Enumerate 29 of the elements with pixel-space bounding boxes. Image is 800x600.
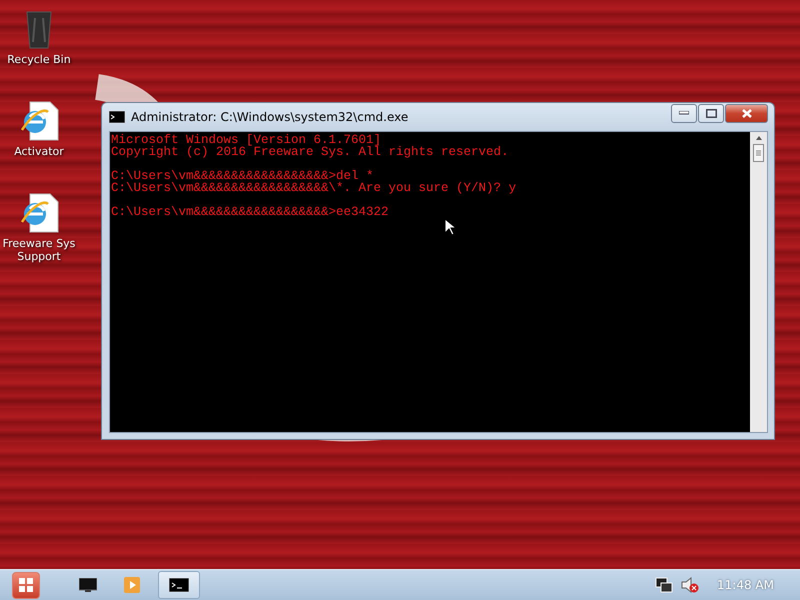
console-line: C:\Users\vm&&&&&&&&&&&&&&&&&&>del * (111, 170, 374, 182)
start-button[interactable] (12, 572, 40, 598)
minimize-button[interactable] (671, 104, 697, 122)
maximize-button[interactable] (698, 104, 724, 122)
desktop-icon-label[interactable]: Activator (1, 145, 77, 158)
play-icon (124, 577, 140, 593)
taskbar-button[interactable] (158, 571, 200, 599)
console-line: C:\Users\vm&&&&&&&&&&&&&&&&&&>ee34322 (111, 206, 390, 218)
muted-speaker-icon[interactable] (681, 577, 700, 593)
maximize-icon (706, 108, 716, 118)
minimize-icon (679, 111, 689, 115)
desktop-icon-label[interactable]: Freeware Sys Support (1, 237, 77, 263)
console-line: Microsoft Windows [Version 6.1.7601] (111, 134, 382, 146)
browser-file-icon (18, 100, 60, 142)
scrollbar[interactable] (750, 132, 767, 432)
close-button[interactable] (725, 104, 768, 122)
windows-logo-icon (19, 578, 33, 592)
monitor-icon (79, 578, 97, 592)
mouse-pointer-icon (444, 218, 456, 236)
console-icon (169, 578, 189, 592)
console-line: Copyright (c) 2016 Freeware Sys. All rights reserved. (111, 146, 510, 158)
scroll-thumb[interactable] (753, 144, 764, 162)
network-icon[interactable] (655, 577, 674, 593)
browser-file-icon (18, 192, 60, 234)
desktop-icon-label[interactable]: Recycle Bin (1, 53, 77, 66)
console-icon (109, 111, 125, 123)
window-title: Administrator: C:\Windows\system32\cmd.exe (131, 110, 410, 124)
close-icon (742, 108, 752, 118)
console-line: C:\Users\vm&&&&&&&&&&&&&&&&&&\*. Are you sure (Y/N)? y (111, 182, 518, 194)
